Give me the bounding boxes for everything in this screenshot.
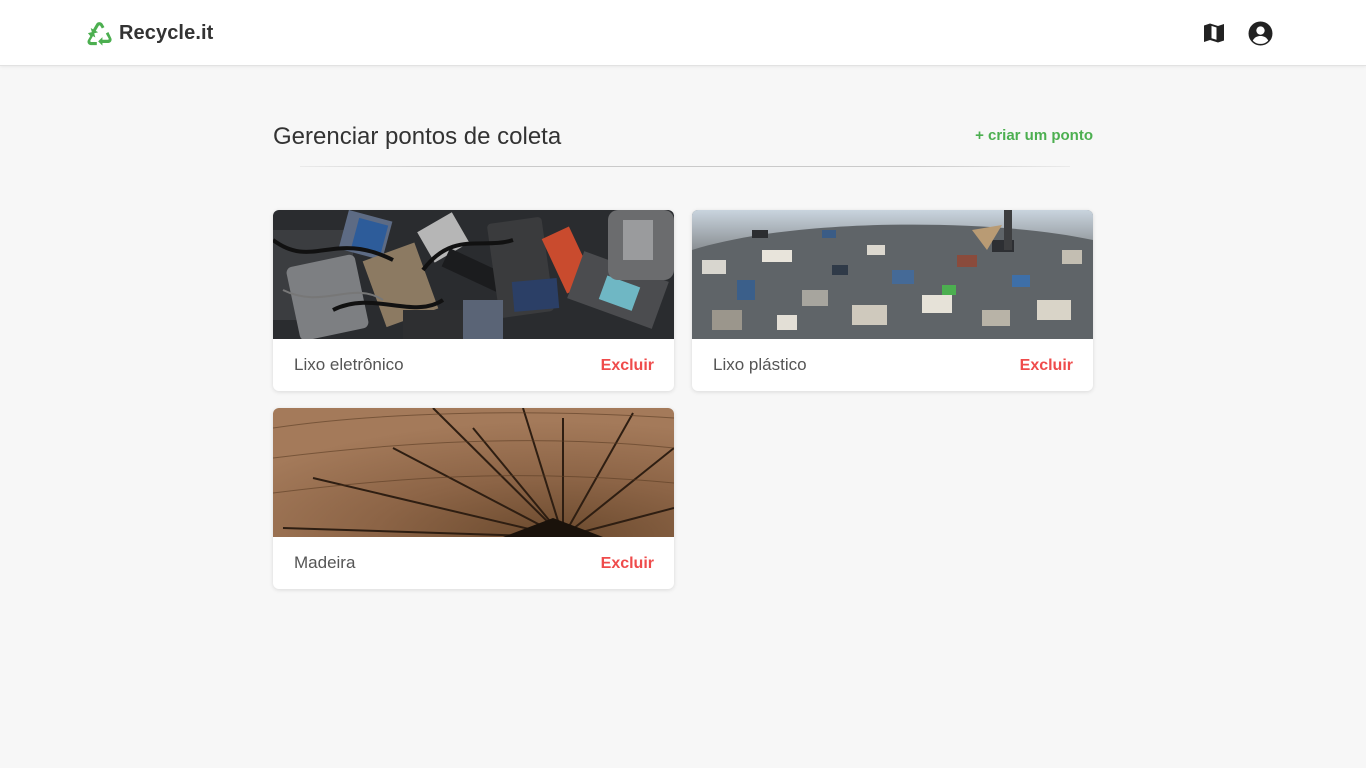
page-header: Gerenciar pontos de coleta + criar um po… bbox=[273, 120, 1093, 160]
top-navbar: Recycle.it bbox=[0, 0, 1366, 66]
delete-button[interactable]: Excluir bbox=[1020, 357, 1073, 375]
user-circle-icon bbox=[1248, 21, 1272, 45]
plastic-waste-photo bbox=[692, 210, 1093, 339]
header-divider bbox=[300, 166, 1070, 167]
brand-name: Recycle.it bbox=[119, 21, 214, 44]
create-point-link[interactable]: + criar um ponto bbox=[975, 127, 1093, 144]
electronic-waste-photo bbox=[273, 210, 674, 339]
map-icon bbox=[1204, 23, 1224, 43]
brand-link[interactable]: Recycle.it bbox=[86, 19, 213, 47]
user-profile-button[interactable] bbox=[1247, 20, 1273, 46]
page-title: Gerenciar pontos de coleta bbox=[273, 123, 562, 150]
collection-point-card: Lixo eletrônico Excluir bbox=[273, 210, 674, 391]
card-label: Lixo plástico bbox=[713, 355, 807, 374]
delete-button[interactable]: Excluir bbox=[601, 555, 654, 573]
delete-button[interactable]: Excluir bbox=[601, 357, 654, 375]
recycle-icon bbox=[87, 21, 112, 46]
card-label: Madeira bbox=[294, 553, 356, 572]
map-button[interactable] bbox=[1201, 20, 1227, 46]
card-label: Lixo eletrônico bbox=[294, 355, 404, 374]
wood-photo bbox=[273, 408, 674, 537]
collection-point-card: Lixo plástico Excluir bbox=[692, 210, 1093, 391]
collection-point-card: Madeira Excluir bbox=[273, 408, 674, 589]
